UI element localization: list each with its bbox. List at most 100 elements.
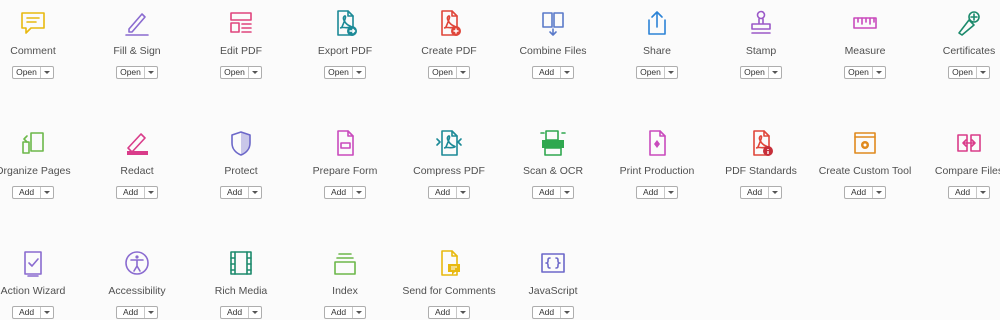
chevron-down-icon[interactable] [144, 187, 157, 198]
chevron-down-icon[interactable] [40, 67, 53, 78]
share-icon[interactable] [642, 8, 672, 38]
tool-protect[interactable]: Protect Add [189, 120, 293, 200]
tool-action-wizard[interactable]: Action Wizard Add [0, 240, 85, 320]
chevron-down-icon[interactable] [664, 67, 677, 78]
index-icon[interactable] [330, 248, 360, 278]
scan-ocr-icon[interactable] [538, 128, 568, 158]
measure-icon[interactable] [850, 8, 880, 38]
compress-pdf-icon[interactable] [434, 128, 464, 158]
open-button[interactable]: Open [13, 67, 40, 78]
tool-combine-files[interactable]: Combine Files Add [501, 0, 605, 80]
compare-files-icon[interactable] [954, 128, 984, 158]
chevron-down-icon[interactable] [560, 187, 573, 198]
add-dropdown[interactable]: Add [844, 186, 886, 199]
tool-export-pdf[interactable]: Export PDF Open [293, 0, 397, 80]
chevron-down-icon[interactable] [872, 67, 885, 78]
open-dropdown[interactable]: Open [636, 66, 678, 79]
add-button[interactable]: Add [533, 187, 560, 198]
add-dropdown[interactable]: Add [948, 186, 990, 199]
add-dropdown[interactable]: Add [532, 186, 574, 199]
tool-index[interactable]: Index Add [293, 240, 397, 320]
create-custom-tool-icon[interactable] [850, 128, 880, 158]
chevron-down-icon[interactable] [248, 187, 261, 198]
add-button[interactable]: Add [221, 307, 248, 318]
chevron-down-icon[interactable] [664, 187, 677, 198]
chevron-down-icon[interactable] [976, 67, 989, 78]
tool-rich-media[interactable]: Rich Media Add [189, 240, 293, 320]
tool-compress-pdf[interactable]: Compress PDF Add [397, 120, 501, 200]
tool-stamp[interactable]: Stamp Open [709, 0, 813, 80]
edit-pdf-icon[interactable] [226, 8, 256, 38]
add-button[interactable]: Add [845, 187, 872, 198]
chevron-down-icon[interactable] [456, 307, 469, 318]
add-dropdown[interactable]: Add [220, 186, 262, 199]
add-button[interactable]: Add [325, 307, 352, 318]
open-dropdown[interactable]: Open [116, 66, 158, 79]
certificates-icon[interactable] [954, 8, 984, 38]
javascript-icon[interactable] [538, 248, 568, 278]
chevron-down-icon[interactable] [768, 67, 781, 78]
prepare-form-icon[interactable] [330, 128, 360, 158]
rich-media-icon[interactable] [226, 248, 256, 278]
add-dropdown[interactable]: Add [532, 66, 574, 79]
chevron-down-icon[interactable] [352, 67, 365, 78]
add-button[interactable]: Add [325, 187, 352, 198]
chevron-down-icon[interactable] [976, 187, 989, 198]
add-button[interactable]: Add [13, 187, 40, 198]
open-dropdown[interactable]: Open [324, 66, 366, 79]
comment-icon[interactable] [18, 8, 48, 38]
chevron-down-icon[interactable] [560, 307, 573, 318]
add-button[interactable]: Add [13, 307, 40, 318]
tool-compare-files[interactable]: Compare Files Add [917, 120, 1000, 200]
redact-icon[interactable] [122, 128, 152, 158]
add-button[interactable]: Add [429, 307, 456, 318]
add-dropdown[interactable]: Add [220, 306, 262, 319]
tool-redact[interactable]: Redact Add [85, 120, 189, 200]
open-button[interactable]: Open [221, 67, 248, 78]
accessibility-icon[interactable] [122, 248, 152, 278]
fill-sign-icon[interactable] [122, 8, 152, 38]
tool-pdf-standards[interactable]: PDF Standards Add [709, 120, 813, 200]
tool-edit-pdf[interactable]: Edit PDF Open [189, 0, 293, 80]
tool-send-for-comments[interactable]: Send for Comments Add [397, 240, 501, 320]
chevron-down-icon[interactable] [456, 187, 469, 198]
open-dropdown[interactable]: Open [428, 66, 470, 79]
export-pdf-icon[interactable] [330, 8, 360, 38]
open-button[interactable]: Open [949, 67, 976, 78]
chevron-down-icon[interactable] [144, 67, 157, 78]
chevron-down-icon[interactable] [40, 187, 53, 198]
chevron-down-icon[interactable] [144, 307, 157, 318]
send-for-comments-icon[interactable] [434, 248, 464, 278]
open-dropdown[interactable]: Open [948, 66, 990, 79]
chevron-down-icon[interactable] [352, 307, 365, 318]
add-dropdown[interactable]: Add [116, 186, 158, 199]
add-button[interactable]: Add [117, 307, 144, 318]
pdf-standards-icon[interactable] [746, 128, 776, 158]
print-production-icon[interactable] [642, 128, 672, 158]
chevron-down-icon[interactable] [768, 187, 781, 198]
open-button[interactable]: Open [429, 67, 456, 78]
combine-files-icon[interactable] [538, 8, 568, 38]
tool-measure[interactable]: Measure Open [813, 0, 917, 80]
tool-javascript[interactable]: JavaScript Add [501, 240, 605, 320]
chevron-down-icon[interactable] [40, 307, 53, 318]
open-dropdown[interactable]: Open [220, 66, 262, 79]
chevron-down-icon[interactable] [352, 187, 365, 198]
action-wizard-icon[interactable] [18, 248, 48, 278]
add-button[interactable]: Add [117, 187, 144, 198]
add-dropdown[interactable]: Add [12, 306, 54, 319]
add-dropdown[interactable]: Add [636, 186, 678, 199]
add-dropdown[interactable]: Add [324, 186, 366, 199]
tool-fill-sign[interactable]: Fill & Sign Open [85, 0, 189, 80]
open-dropdown[interactable]: Open [740, 66, 782, 79]
tool-create-custom-tool[interactable]: Create Custom Tool Add [813, 120, 917, 200]
add-dropdown[interactable]: Add [324, 306, 366, 319]
tool-scan-ocr[interactable]: Scan & OCR Add [501, 120, 605, 200]
open-dropdown[interactable]: Open [12, 66, 54, 79]
add-button[interactable]: Add [949, 187, 976, 198]
add-dropdown[interactable]: Add [740, 186, 782, 199]
add-dropdown[interactable]: Add [428, 186, 470, 199]
open-dropdown[interactable]: Open [844, 66, 886, 79]
add-dropdown[interactable]: Add [532, 306, 574, 319]
open-button[interactable]: Open [325, 67, 352, 78]
